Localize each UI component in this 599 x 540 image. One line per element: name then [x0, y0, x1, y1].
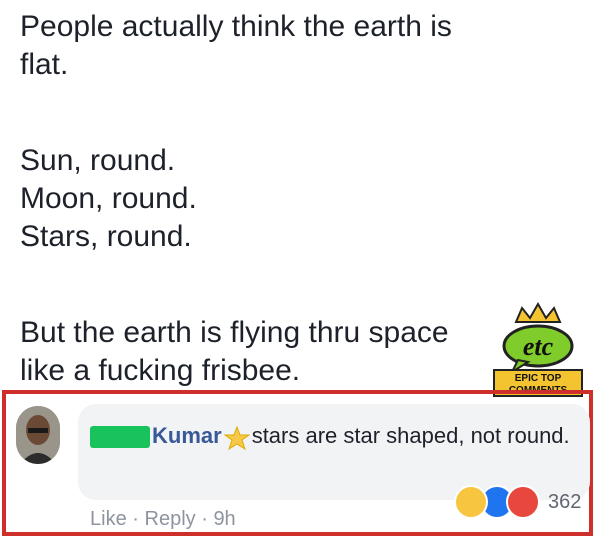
post-line: People actually think the earth is — [20, 10, 452, 43]
post-text: People actually think the earth is flat.… — [20, 8, 490, 390]
comment-actions: Like · Reply · 9h — [90, 508, 236, 531]
haha-icon — [454, 485, 488, 519]
post-line: Stars, round. — [20, 220, 192, 253]
reply-link[interactable]: Reply — [145, 508, 196, 530]
post-line: Sun, round. — [20, 144, 176, 177]
post-line: flat. — [20, 48, 69, 81]
post-line: But the earth is flying thru space — [20, 316, 449, 349]
star-icon — [223, 425, 251, 451]
comment-body: Kumar stars are star shaped, not round. — [90, 418, 580, 454]
separator: · — [132, 508, 139, 530]
redaction-mark — [90, 426, 150, 449]
comment-text: stars are star shaped, not round. — [251, 423, 570, 448]
separator: · — [201, 508, 208, 530]
post-line: Moon, round. — [20, 182, 197, 215]
logo-text: etc — [523, 332, 554, 361]
logo-caption-1: EPIC TOP — [515, 373, 562, 384]
avatar[interactable] — [16, 406, 60, 464]
comment-author[interactable]: Kumar — [152, 423, 222, 448]
like-link[interactable]: Like — [90, 508, 127, 530]
reactions-summary[interactable]: 362 — [454, 484, 581, 520]
etc-watermark-logo: etc EPIC TOP COMMENTS — [488, 300, 588, 400]
angry-icon — [506, 485, 540, 519]
reaction-count: 362 — [548, 490, 582, 513]
post-line: like a fucking frisbee. — [20, 354, 301, 387]
comment-timestamp[interactable]: 9h — [213, 508, 235, 530]
